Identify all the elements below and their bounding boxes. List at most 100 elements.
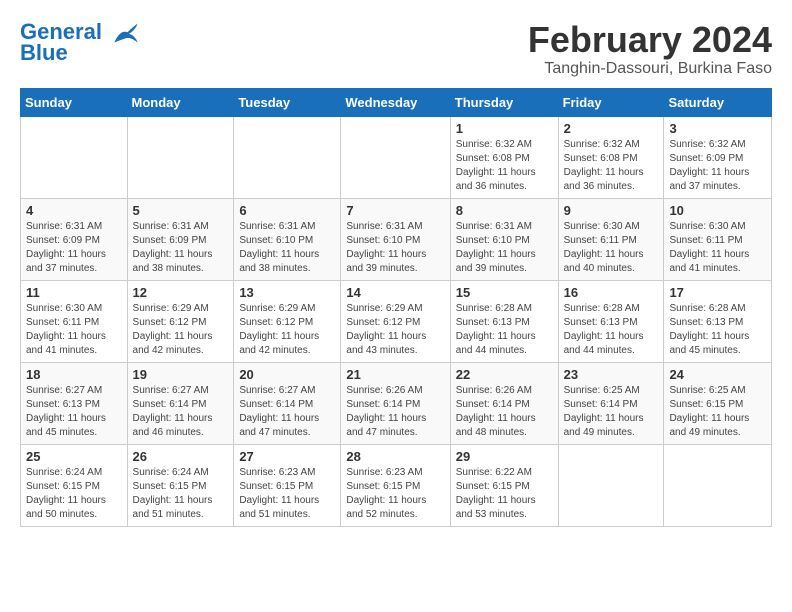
logo: General Blue — [20, 20, 140, 66]
day-info: Sunrise: 6:26 AM Sunset: 6:14 PM Dayligh… — [346, 384, 444, 440]
day-number: 21 — [346, 367, 444, 382]
page-subtitle: Tanghin-Dassouri, Burkina Faso — [528, 60, 772, 78]
calendar-cell: 17 Sunrise: 6:28 AM Sunset: 6:13 PM Dayli… — [664, 280, 772, 362]
day-info: Sunrise: 6:32 AM Sunset: 6:08 PM Dayligh… — [564, 138, 659, 194]
calendar-cell: 22 Sunrise: 6:26 AM Sunset: 6:14 PM Dayli… — [450, 362, 558, 444]
calendar-cell: 15Sunrise: 6:28 AM Sunset: 6:13 PM Dayli… — [450, 280, 558, 362]
day-number: 4 — [26, 203, 122, 218]
day-info: Sunrise: 6:29 AM Sunset: 6:12 PM Dayligh… — [239, 302, 335, 358]
weekday-header: Sunday — [21, 88, 128, 116]
weekday-header: Tuesday — [234, 88, 341, 116]
calendar-week-row: 4 Sunrise: 6:31 AM Sunset: 6:09 PM Daylig… — [21, 198, 772, 280]
day-info: Sunrise: 6:30 AM Sunset: 6:11 PM Dayligh… — [669, 220, 766, 276]
day-number: 1 — [456, 121, 553, 136]
calendar-week-row: 1 Sunrise: 6:32 AM Sunset: 6:08 PM Daylig… — [21, 116, 772, 198]
day-info: Sunrise: 6:31 AM Sunset: 6:10 PM Dayligh… — [456, 220, 553, 276]
page-title: February 2024 — [528, 20, 772, 60]
calendar-cell: 19 Sunrise: 6:27 AM Sunset: 6:14 PM Dayli… — [127, 362, 234, 444]
calendar-cell — [234, 116, 341, 198]
day-number: 19 — [133, 367, 229, 382]
calendar-cell: 29Sunrise: 6:22 AM Sunset: 6:15 PM Dayli… — [450, 444, 558, 526]
day-info: Sunrise: 6:29 AM Sunset: 6:12 PM Dayligh… — [346, 302, 444, 358]
weekday-header: Wednesday — [341, 88, 450, 116]
day-number: 14 — [346, 285, 444, 300]
day-info: Sunrise: 6:32 AM Sunset: 6:09 PM Dayligh… — [669, 138, 766, 194]
day-number: 25 — [26, 449, 122, 464]
day-number: 26 — [133, 449, 229, 464]
calendar-table: SundayMondayTuesdayWednesdayThursdayFrid… — [20, 88, 772, 527]
day-number: 18 — [26, 367, 122, 382]
calendar-cell — [558, 444, 664, 526]
calendar-cell: 24 Sunrise: 6:25 AM Sunset: 6:15 PM Dayli… — [664, 362, 772, 444]
calendar-cell: 28 Sunrise: 6:23 AM Sunset: 6:15 PM Dayli… — [341, 444, 450, 526]
calendar-week-row: 11 Sunrise: 6:30 AM Sunset: 6:11 PM Dayli… — [21, 280, 772, 362]
day-info: Sunrise: 6:23 AM Sunset: 6:15 PM Dayligh… — [346, 466, 444, 522]
calendar-cell: 7 Sunrise: 6:31 AM Sunset: 6:10 PM Daylig… — [341, 198, 450, 280]
day-number: 8 — [456, 203, 553, 218]
calendar-cell: 2 Sunrise: 6:32 AM Sunset: 6:08 PM Daylig… — [558, 116, 664, 198]
day-number: 28 — [346, 449, 444, 464]
day-number: 11 — [26, 285, 122, 300]
day-info: Sunrise: 6:27 AM Sunset: 6:13 PM Dayligh… — [26, 384, 122, 440]
calendar-week-row: 18 Sunrise: 6:27 AM Sunset: 6:13 PM Dayli… — [21, 362, 772, 444]
day-info: Sunrise: 6:27 AM Sunset: 6:14 PM Dayligh… — [133, 384, 229, 440]
day-number: 5 — [133, 203, 229, 218]
calendar-cell: 20Sunrise: 6:27 AM Sunset: 6:14 PM Dayli… — [234, 362, 341, 444]
calendar-cell: 23Sunrise: 6:25 AM Sunset: 6:14 PM Dayli… — [558, 362, 664, 444]
day-number: 15 — [456, 285, 553, 300]
day-info: Sunrise: 6:31 AM Sunset: 6:10 PM Dayligh… — [346, 220, 444, 276]
day-info: Sunrise: 6:26 AM Sunset: 6:14 PM Dayligh… — [456, 384, 553, 440]
day-info: Sunrise: 6:29 AM Sunset: 6:12 PM Dayligh… — [133, 302, 229, 358]
day-number: 2 — [564, 121, 659, 136]
calendar-cell: 21 Sunrise: 6:26 AM Sunset: 6:14 PM Dayli… — [341, 362, 450, 444]
calendar-cell — [127, 116, 234, 198]
calendar-cell: 4 Sunrise: 6:31 AM Sunset: 6:09 PM Daylig… — [21, 198, 128, 280]
calendar-cell: 11 Sunrise: 6:30 AM Sunset: 6:11 PM Dayli… — [21, 280, 128, 362]
day-info: Sunrise: 6:24 AM Sunset: 6:15 PM Dayligh… — [133, 466, 229, 522]
day-number: 9 — [564, 203, 659, 218]
calendar-cell: 6 Sunrise: 6:31 AM Sunset: 6:10 PM Daylig… — [234, 198, 341, 280]
day-number: 23 — [564, 367, 659, 382]
title-section: February 2024 Tanghin-Dassouri, Burkina … — [528, 20, 772, 78]
calendar-cell — [341, 116, 450, 198]
day-number: 22 — [456, 367, 553, 382]
calendar-cell: 8 Sunrise: 6:31 AM Sunset: 6:10 PM Daylig… — [450, 198, 558, 280]
calendar-cell: 3 Sunrise: 6:32 AM Sunset: 6:09 PM Daylig… — [664, 116, 772, 198]
day-info: Sunrise: 6:30 AM Sunset: 6:11 PM Dayligh… — [564, 220, 659, 276]
weekday-header: Monday — [127, 88, 234, 116]
day-info: Sunrise: 6:23 AM Sunset: 6:15 PM Dayligh… — [239, 466, 335, 522]
day-info: Sunrise: 6:27 AM Sunset: 6:14 PM Dayligh… — [239, 384, 335, 440]
day-number: 3 — [669, 121, 766, 136]
weekday-header: Saturday — [664, 88, 772, 116]
day-info: Sunrise: 6:30 AM Sunset: 6:11 PM Dayligh… — [26, 302, 122, 358]
logo-bird-icon — [112, 22, 140, 44]
day-info: Sunrise: 6:31 AM Sunset: 6:09 PM Dayligh… — [133, 220, 229, 276]
calendar-cell: 12 Sunrise: 6:29 AM Sunset: 6:12 PM Dayli… — [127, 280, 234, 362]
day-info: Sunrise: 6:32 AM Sunset: 6:08 PM Dayligh… — [456, 138, 553, 194]
day-info: Sunrise: 6:28 AM Sunset: 6:13 PM Dayligh… — [669, 302, 766, 358]
page-header: General Blue February 2024 Tanghin-Dasso… — [20, 20, 772, 78]
day-number: 6 — [239, 203, 335, 218]
calendar-week-row: 25 Sunrise: 6:24 AM Sunset: 6:15 PM Dayli… — [21, 444, 772, 526]
day-number: 27 — [239, 449, 335, 464]
calendar-cell: 1 Sunrise: 6:32 AM Sunset: 6:08 PM Daylig… — [450, 116, 558, 198]
day-number: 12 — [133, 285, 229, 300]
day-number: 17 — [669, 285, 766, 300]
calendar-cell — [21, 116, 128, 198]
calendar-cell: 9 Sunrise: 6:30 AM Sunset: 6:11 PM Daylig… — [558, 198, 664, 280]
day-info: Sunrise: 6:31 AM Sunset: 6:09 PM Dayligh… — [26, 220, 122, 276]
day-number: 24 — [669, 367, 766, 382]
weekday-header: Thursday — [450, 88, 558, 116]
day-info: Sunrise: 6:25 AM Sunset: 6:15 PM Dayligh… — [669, 384, 766, 440]
calendar-cell: 27 Sunrise: 6:23 AM Sunset: 6:15 PM Dayli… — [234, 444, 341, 526]
day-info: Sunrise: 6:24 AM Sunset: 6:15 PM Dayligh… — [26, 466, 122, 522]
calendar-cell: 18 Sunrise: 6:27 AM Sunset: 6:13 PM Dayli… — [21, 362, 128, 444]
calendar-cell: 10Sunrise: 6:30 AM Sunset: 6:11 PM Dayli… — [664, 198, 772, 280]
day-number: 7 — [346, 203, 444, 218]
calendar-header-row: SundayMondayTuesdayWednesdayThursdayFrid… — [21, 88, 772, 116]
weekday-header: Friday — [558, 88, 664, 116]
calendar-cell: 13Sunrise: 6:29 AM Sunset: 6:12 PM Dayli… — [234, 280, 341, 362]
day-info: Sunrise: 6:31 AM Sunset: 6:10 PM Dayligh… — [239, 220, 335, 276]
calendar-cell: 25 Sunrise: 6:24 AM Sunset: 6:15 PM Dayli… — [21, 444, 128, 526]
day-info: Sunrise: 6:22 AM Sunset: 6:15 PM Dayligh… — [456, 466, 553, 522]
